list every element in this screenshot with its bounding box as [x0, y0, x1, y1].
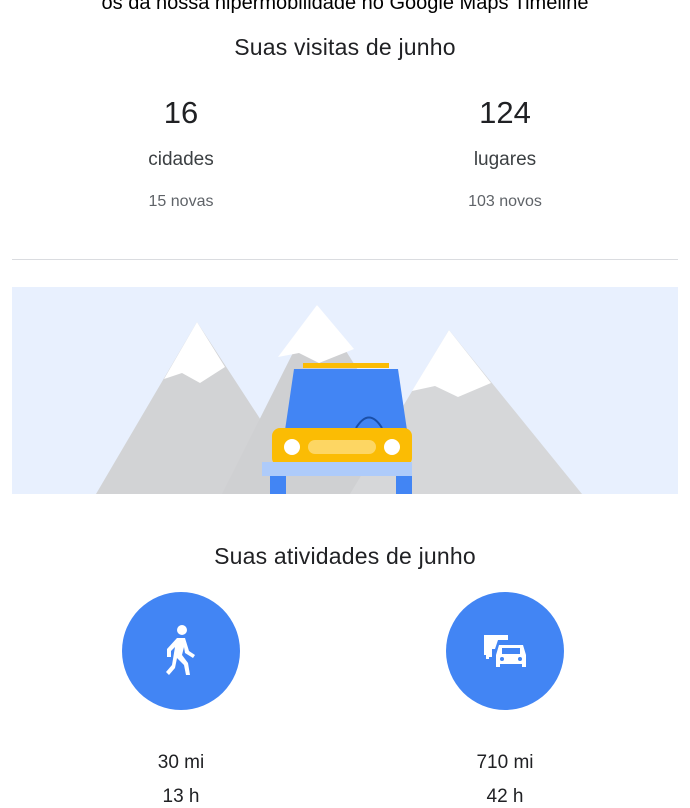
driving-icon: [484, 635, 526, 667]
walking-badge: [122, 592, 240, 710]
places-stat: 124 lugares 103 novos: [405, 95, 605, 211]
driving-distance: 710 mi: [476, 752, 534, 773]
activities-title: Suas atividades de junho: [214, 543, 476, 569]
places-label: lugares: [473, 149, 537, 170]
cities-count: 16: [163, 95, 199, 130]
walking-time: 13 h: [162, 786, 200, 807]
driving-badge: [446, 592, 564, 710]
walking-icon: [166, 625, 195, 675]
places-new: 103 novos: [468, 193, 542, 210]
driving-activity: 710 mi 42 h: [405, 592, 605, 808]
section-divider: [12, 259, 678, 260]
car-mountains-illustration: [12, 287, 678, 494]
cities-stat: 16 cidades 15 novas: [81, 95, 281, 211]
driving-time: 42 h: [486, 786, 524, 807]
places-count: 124: [479, 95, 531, 130]
walking-activity: 30 mi 13 h: [81, 592, 281, 808]
cities-new: 15 novas: [148, 193, 214, 210]
cities-label: cidades: [148, 149, 214, 170]
article-caption: os da nossa hipermobilidade no Google Ma…: [101, 0, 589, 14]
visits-title: Suas visitas de junho: [234, 34, 456, 60]
walking-distance: 30 mi: [157, 752, 205, 773]
